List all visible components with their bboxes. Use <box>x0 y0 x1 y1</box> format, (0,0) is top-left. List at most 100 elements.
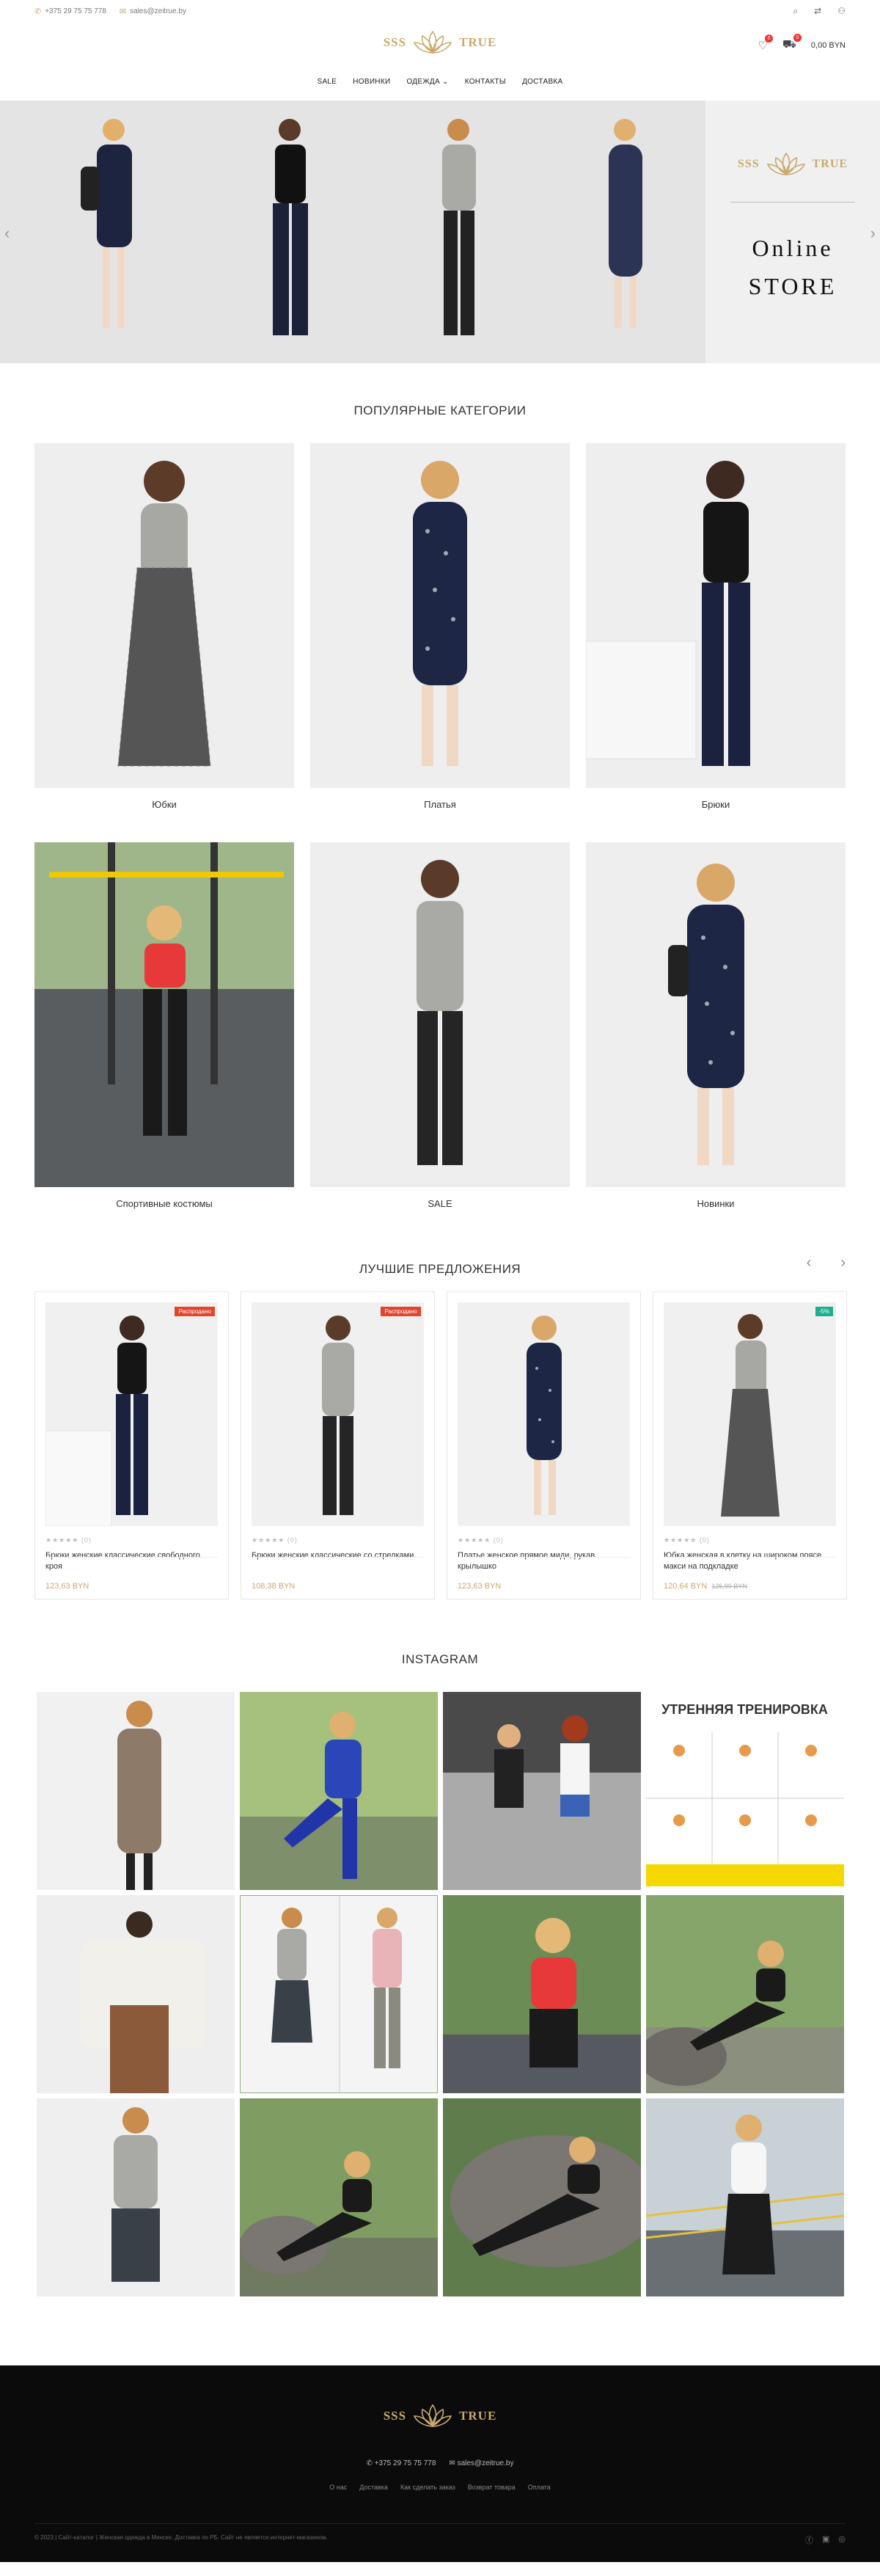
category-card[interactable]: Платья <box>310 443 570 826</box>
instagram-post[interactable] <box>239 2098 438 2296</box>
copyright: © 2023 | Сайт-каталог | Женская одежда в… <box>34 2534 328 2541</box>
vk-icon[interactable]: ▣ <box>822 2534 829 2546</box>
site-logo[interactable]: SSS TRUE <box>384 30 497 55</box>
nav-item-sale[interactable]: SALE <box>317 78 337 86</box>
footer: SSS TRUE ✆ +375 29 75 75 778 ✉ sales@zei… <box>0 2365 880 2562</box>
instagram-post[interactable] <box>36 2098 235 2296</box>
product-name[interactable]: Платье женское прямое миди, рукав крылыш… <box>458 1550 630 1574</box>
instagram-post[interactable]: УТРЕННЯЯ ТРЕНИРОВКА <box>645 1692 844 1890</box>
instagram-post[interactable] <box>442 2098 641 2296</box>
product-price: 120,64 BYN 126,99 BYN <box>664 1582 747 1591</box>
product-price: 108,38 BYN <box>252 1582 296 1591</box>
footer-link-how-to-order[interactable]: Как сделать заказ <box>400 2484 455 2491</box>
hero-online-text: Online STORE <box>748 235 837 299</box>
old-price: 126,99 BYN <box>711 1583 747 1590</box>
nav-item-contacts[interactable]: КОНТАКТЫ <box>465 78 506 86</box>
compare-icon[interactable]: ⇄ <box>814 6 821 17</box>
mail-icon: ✉ <box>449 2459 455 2467</box>
search-icon[interactable]: ⌕ <box>793 6 798 17</box>
user-icon[interactable]: ⚇ <box>837 6 846 17</box>
product-card[interactable]: -5% ★★★★★ (0) Юбка женская в клетку на ш… <box>653 1291 847 1599</box>
categories-title: ПОПУЛЯРНЫЕ КАТЕГОРИИ <box>353 404 527 417</box>
model-figure-4 <box>609 119 642 328</box>
product-name[interactable]: Брюки женские классические со стрелками <box>252 1550 424 1574</box>
lotus-logo-icon <box>413 2404 452 2427</box>
instagram-post[interactable] <box>645 2098 844 2296</box>
product-image: Распродано <box>252 1302 424 1526</box>
footer-logo[interactable]: SSS TRUE <box>0 2365 880 2429</box>
phone-icon: ✆ <box>34 7 42 16</box>
category-card[interactable]: Юбки <box>34 443 294 826</box>
topbar-phone[interactable]: ✆ +375 29 75 75 778 <box>34 7 106 16</box>
category-image <box>586 443 846 788</box>
category-image <box>586 842 846 1187</box>
cart-total: 0,00 BYN <box>810 40 846 50</box>
category-card[interactable]: Спортивные костюмы <box>34 842 294 1225</box>
instagram-post[interactable] <box>442 1895 641 2093</box>
instagram-post[interactable] <box>36 1895 235 2093</box>
footer-phone[interactable]: ✆ +375 29 75 75 778 <box>367 2459 436 2467</box>
hero-models-image: ‹ <box>0 101 705 363</box>
nav-item-new[interactable]: НОВИНКИ <box>353 78 390 86</box>
wishlist-button[interactable]: ♡ 0 <box>758 34 774 52</box>
instagram-post[interactable] <box>239 1692 438 1890</box>
product-name[interactable]: Юбка женская в клетку на широком поясе м… <box>664 1550 836 1574</box>
facebook-icon[interactable]: ⓕ <box>805 2534 813 2546</box>
categories-section: ПОПУЛЯРНЫЕ КАТЕГОРИИ Юбки Платья Брюки С… <box>34 363 846 1225</box>
instagram-post[interactable] <box>36 1692 235 1890</box>
hero-prev-arrow[interactable]: ‹ <box>4 224 10 243</box>
product-card[interactable]: ★★★★★ (0) Платье женское прямое миди, ру… <box>447 1291 641 1599</box>
product-price: 123,63 BYN <box>45 1582 89 1591</box>
hero-brand-panel: SSS TRUE Online STORE › <box>705 101 880 363</box>
main-nav: SALE НОВИНКИ ОДЕЖДА ⌄ КОНТАКТЫ ДОСТАВКА <box>0 62 880 101</box>
sold-out-badge: Распродано <box>175 1307 215 1316</box>
instagram-post[interactable] <box>239 1895 438 2093</box>
product-name[interactable]: Брюки женские классические свободного кр… <box>45 1550 218 1574</box>
model-figure-3 <box>442 119 476 335</box>
footer-link-payment[interactable]: Оплата <box>528 2484 551 2491</box>
product-image: Распродано <box>45 1302 218 1526</box>
footer-link-about[interactable]: О нас <box>329 2484 347 2491</box>
footer-link-delivery[interactable]: Доставка <box>359 2484 388 2491</box>
hero-next-arrow[interactable]: › <box>870 224 876 243</box>
discount-badge: -5% <box>815 1307 833 1316</box>
product-card[interactable]: Распродано ★★★★★ (0) Брюки женские класс… <box>34 1291 229 1599</box>
category-card[interactable]: Новинки <box>586 842 846 1225</box>
phone-icon: ✆ <box>366 2459 373 2467</box>
offers-prev-arrow[interactable]: ‹ <box>807 1255 812 1271</box>
category-image <box>310 842 570 1187</box>
mail-icon: ✉ <box>119 7 127 16</box>
rating-stars: ★★★★★ (0) <box>252 1536 298 1544</box>
top-bar: ✆ +375 29 75 75 778 ✉ sales@zeitrue.by ⌕ ⇄… <box>0 0 880 22</box>
product-card[interactable]: Распродано ★★★★★ (0) Брюки женские класс… <box>241 1291 435 1599</box>
chevron-down-icon: ⌄ <box>442 77 449 86</box>
footer-link-returns[interactable]: Возврат товара <box>468 2484 516 2491</box>
footer-email[interactable]: ✉ sales@zeitrue.by <box>449 2459 513 2467</box>
hero-banner: ‹ SSS TRUE Online STORE › <box>0 101 880 363</box>
product-price: 123,63 BYN <box>458 1582 502 1591</box>
category-card[interactable]: SALE <box>310 842 570 1225</box>
sold-out-badge: Распродано <box>381 1307 421 1316</box>
instagram-post[interactable] <box>442 1692 641 1890</box>
lotus-logo-icon <box>413 30 452 54</box>
model-figure-1 <box>81 119 132 328</box>
instagram-post[interactable] <box>645 1895 844 2093</box>
category-image <box>34 842 294 1187</box>
instagram-section: INSTAGRAM УТРЕННЯЯ ТРЕНИРОВКА <box>34 1599 846 2296</box>
header: SSS TRUE ♡ 0 ⛟ 0 0,00 BYN <box>0 22 880 62</box>
topbar-email[interactable]: ✉ sales@zeitrue.by <box>120 7 186 16</box>
nav-item-clothing[interactable]: ОДЕЖДА ⌄ <box>406 78 448 86</box>
category-image <box>34 443 294 788</box>
offers-section: ЛУЧШИЕ ПРЕДЛОЖЕНИЯ ‹ › Распродано ★★★★★ … <box>34 1225 847 1599</box>
rating-stars: ★★★★★ (0) <box>45 1536 92 1544</box>
category-card[interactable]: Брюки <box>586 443 846 826</box>
rating-stars: ★★★★★ (0) <box>458 1536 504 1544</box>
nav-item-delivery[interactable]: ДОСТАВКА <box>522 78 562 86</box>
instagram-icon[interactable]: ◎ <box>838 2534 846 2546</box>
rating-stars: ★★★★★ (0) <box>664 1536 710 1544</box>
product-image: -5% <box>664 1302 836 1526</box>
offers-next-arrow[interactable]: › <box>840 1255 846 1271</box>
lotus-logo-icon <box>766 152 805 175</box>
product-image <box>458 1302 630 1526</box>
cart-button[interactable]: ⛟ 0 <box>782 34 802 52</box>
